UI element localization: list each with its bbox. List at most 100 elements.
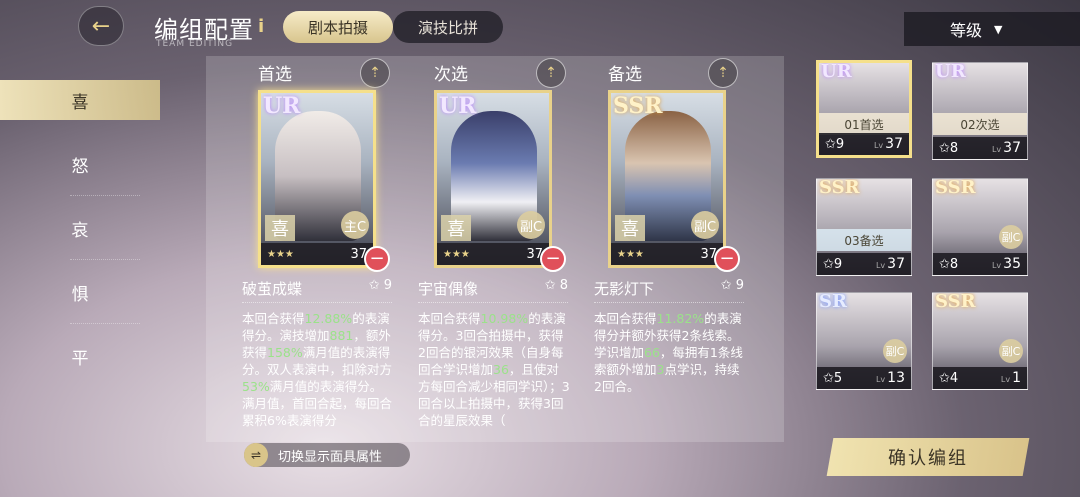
sidebar-item-calm[interactable]: 平 xyxy=(0,324,160,388)
role-badge: 主C xyxy=(341,211,369,239)
card-footer: ★★★ 37 xyxy=(437,243,549,265)
minus-icon: − xyxy=(719,248,735,269)
sidebar-item-sorrow[interactable]: 哀 xyxy=(0,196,160,260)
move-up-button[interactable]: ⇡ xyxy=(360,58,390,88)
roster-card[interactable]: UR 02次选 ✩8 Lv 37 xyxy=(932,62,1028,160)
slot-tag: 01首选 xyxy=(819,113,909,135)
level-value: 1 xyxy=(1012,370,1021,386)
sidebar-item-anger[interactable]: 怒 xyxy=(0,132,160,196)
toggle-label: 切换显示面具属性 xyxy=(278,449,383,465)
roster-card[interactable]: SSR 副C ✩4 Lv 1 xyxy=(932,292,1028,390)
star-count: 9 xyxy=(833,256,843,272)
minus-icon: − xyxy=(369,248,385,269)
skill-row: 破茧成蝶 ✩ 9 xyxy=(242,278,392,299)
character-card[interactable]: SSR 喜 副C ★★★ 37 xyxy=(608,90,726,268)
card-footer: ✩8 Lv 35 xyxy=(933,253,1027,275)
skill-level: 9 xyxy=(735,278,744,293)
sidebar-item-fear[interactable]: 惧 xyxy=(0,260,160,324)
tab-acting-contest[interactable]: 演技比拼 xyxy=(393,11,503,43)
star-icon: ✩ xyxy=(544,278,560,293)
star-icon: ✩ xyxy=(823,370,834,386)
star-rating-icon: ★★★ xyxy=(267,248,294,260)
move-up-button[interactable]: ⇡ xyxy=(536,58,566,88)
tab-script-shooting[interactable]: 剧本拍摄 xyxy=(283,11,393,43)
move-up-button[interactable]: ⇡ xyxy=(708,58,738,88)
star-rating-icon: ★★★ xyxy=(617,248,644,260)
level-value: 35 xyxy=(1003,256,1021,272)
rarity-badge: SSR xyxy=(819,178,860,198)
star-count: 8 xyxy=(949,256,959,272)
star-icon: ✩ xyxy=(939,370,950,386)
mood-badge: 喜 xyxy=(441,215,471,241)
slot-label: 次选 xyxy=(434,65,468,85)
star-icon: ✩ xyxy=(720,278,736,293)
top-bar: ← 编组配置 TEAM EDITING i 剧本拍摄 演技比拼 等级 ▼ xyxy=(0,0,1080,56)
skill-name: 破茧成蝶 xyxy=(242,280,303,298)
confirm-team-button[interactable]: 确认编组 xyxy=(826,438,1030,476)
star-icon: ✩ xyxy=(825,136,836,152)
rarity-badge: SR xyxy=(819,292,847,312)
card-footer: ★★★ 37 xyxy=(611,243,723,265)
card-footer: ✩9 Lv 37 xyxy=(819,133,909,155)
divider xyxy=(242,302,392,303)
roster-card[interactable]: SR 副C ✩5 Lv 13 xyxy=(816,292,912,390)
caret-down-icon: ▼ xyxy=(994,22,1003,36)
mood-badge: 喜 xyxy=(265,215,295,241)
slot-label: 首选 xyxy=(258,65,292,85)
rarity-badge: UR xyxy=(935,62,966,82)
character-roster: UR 01首选 ✩9 Lv 37 UR 02次选 ✩8 Lv 37 SSR 03备选… xyxy=(816,60,1032,416)
level-value: 37 xyxy=(885,136,903,152)
skill-description: 本回合获得11.82%的表演得分并额外获得2条线索。学识增加66，每拥有1条线索… xyxy=(594,311,743,394)
sidebar-item-joy[interactable]: 喜 xyxy=(0,80,160,120)
rarity-badge: SSR xyxy=(935,292,976,312)
star-count: 5 xyxy=(833,370,843,386)
card-footer: ✩8 Lv 37 xyxy=(933,137,1027,159)
card-footer: ✩5 Lv 13 xyxy=(817,367,911,389)
role-badge: 副C xyxy=(883,339,907,363)
back-arrow-icon: ← xyxy=(91,13,111,39)
slot-tag: 03备选 xyxy=(817,229,911,251)
rarity-badge: UR xyxy=(821,61,852,82)
slot-tag: 02次选 xyxy=(933,113,1027,135)
role-badge: 副C xyxy=(999,225,1023,249)
star-rating-icon: ★★★ xyxy=(443,248,470,260)
remove-button[interactable]: − xyxy=(714,246,740,272)
rarity-badge: UR xyxy=(263,93,301,119)
roster-card[interactable]: SSR 副C ✩8 Lv 35 xyxy=(932,178,1028,276)
card-footer: ✩9 Lv 37 xyxy=(817,253,911,275)
character-card[interactable]: UR 喜 主C ★★★ 37 xyxy=(258,90,376,268)
swap-icon: ⇌ xyxy=(244,443,268,467)
skill-level: 8 xyxy=(559,278,568,293)
sort-dropdown[interactable]: 等级 ▼ xyxy=(904,12,1080,46)
star-count: 9 xyxy=(835,136,845,152)
card-footer: ✩4 Lv 1 xyxy=(933,367,1027,389)
page-subtitle: TEAM EDITING xyxy=(156,39,234,49)
star-icon: ✩ xyxy=(823,256,834,272)
back-button[interactable]: ← xyxy=(78,6,124,46)
level-value: 37 xyxy=(1003,140,1021,156)
skill-description: 本回合获得10.98%的表演得分。3回合拍摄中，获得2回合的银河效果（自身每回合… xyxy=(418,311,570,428)
skill-name: 宇宙偶像 xyxy=(418,280,479,298)
roster-card[interactable]: SSR 03备选 ✩9 Lv 37 xyxy=(816,178,912,276)
star-icon: ✩ xyxy=(368,278,384,293)
star-count: 4 xyxy=(949,370,959,386)
mood-badge: 喜 xyxy=(615,215,645,241)
roster-card[interactable]: UR 01首选 ✩9 Lv 37 xyxy=(816,60,912,158)
rarity-badge: UR xyxy=(439,93,477,119)
card-footer: ★★★ 37 xyxy=(261,243,373,265)
star-icon: ✩ xyxy=(939,256,950,272)
rarity-badge: SSR xyxy=(613,93,663,119)
skill-level: 9 xyxy=(383,278,392,293)
remove-button[interactable]: − xyxy=(364,246,390,272)
info-icon[interactable]: i xyxy=(258,16,264,37)
character-card[interactable]: UR 喜 副C ★★★ 37 xyxy=(434,90,552,268)
skill-description: 本回合获得12.88%的表演得分。演技增加881，额外获得158%满月值的表演得… xyxy=(242,311,393,428)
role-badge: 副C xyxy=(999,339,1023,363)
minus-icon: − xyxy=(545,248,561,269)
divider xyxy=(418,302,568,303)
toggle-mask-attributes-button[interactable]: ⇌ 切换显示面具属性 xyxy=(244,443,410,467)
sort-label: 等级 xyxy=(950,21,983,40)
level-value: 13 xyxy=(887,370,905,386)
level-value: 37 xyxy=(887,256,905,272)
remove-button[interactable]: − xyxy=(540,246,566,272)
